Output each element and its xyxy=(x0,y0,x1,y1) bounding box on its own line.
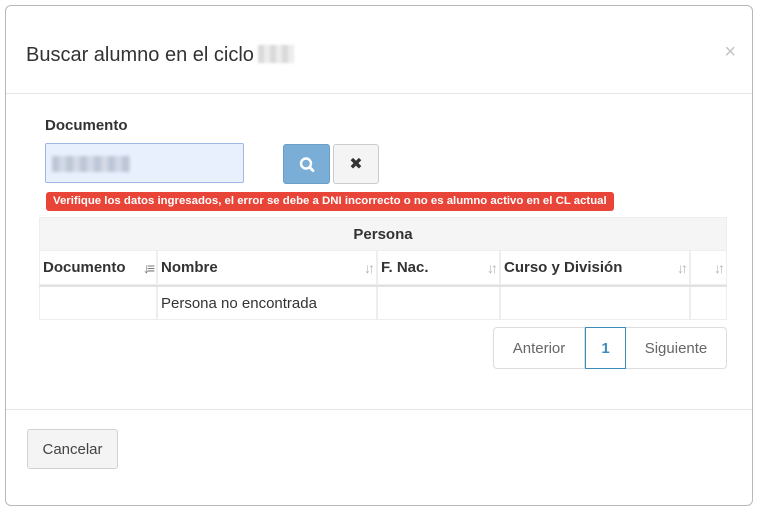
col-nombre-label: Nombre xyxy=(161,259,218,276)
cell-documento xyxy=(39,287,157,320)
col-documento-label: Documento xyxy=(43,259,126,276)
cell-curso xyxy=(500,287,690,320)
modal-title-text: Buscar alumno en el ciclo xyxy=(26,44,254,66)
redacted-cycle xyxy=(257,45,294,63)
sort-icon: ↓↑ xyxy=(677,259,688,276)
search-icon xyxy=(299,157,315,173)
page-prev-button[interactable]: Anterior xyxy=(493,327,585,369)
sort-asc-icon: ↓≡ xyxy=(142,259,155,276)
document-label: Documento xyxy=(45,117,128,134)
redacted-document-value xyxy=(52,156,130,172)
error-badge: Verifique los datos ingresados, el error… xyxy=(46,192,614,211)
col-curso[interactable]: Curso y División ↓↑ xyxy=(500,251,690,285)
modal-title: Buscar alumno en el ciclo xyxy=(26,44,294,67)
page-current-button[interactable]: 1 xyxy=(585,327,626,369)
times-icon: ✖ xyxy=(349,156,363,173)
col-curso-label: Curso y División xyxy=(504,259,623,276)
col-fnac[interactable]: F. Nac. ↓↑ xyxy=(377,251,500,285)
table-header-row: Documento ↓≡ Nombre ↓↑ F. Nac. ↓↑ Curso … xyxy=(39,251,727,287)
cell-actions xyxy=(690,287,727,320)
cell-nombre: Persona no encontrada xyxy=(157,287,377,320)
search-button[interactable] xyxy=(283,144,330,184)
results-table: Persona Documento ↓≡ Nombre ↓↑ F. Nac. ↓… xyxy=(39,217,727,320)
clear-button[interactable]: ✖ xyxy=(333,144,379,184)
sort-icon: ↓↑ xyxy=(487,259,498,276)
col-documento[interactable]: Documento ↓≡ xyxy=(39,251,157,285)
group-header: Persona xyxy=(39,217,727,251)
page-next-button[interactable]: Siguiente xyxy=(626,327,727,369)
sort-icon: ↓↑ xyxy=(364,259,375,276)
cancel-button[interactable]: Cancelar xyxy=(27,429,118,469)
document-input[interactable] xyxy=(45,143,244,183)
sort-icon: ↓↑ xyxy=(714,259,725,276)
col-fnac-label: F. Nac. xyxy=(381,259,429,276)
footer-divider xyxy=(6,409,752,410)
col-actions[interactable]: ↓↑ xyxy=(690,251,727,285)
search-student-modal: Buscar alumno en el ciclo × Documento ✖ … xyxy=(5,5,753,506)
table-row: Persona no encontrada xyxy=(39,287,727,320)
col-nombre[interactable]: Nombre ↓↑ xyxy=(157,251,377,285)
cell-fnac xyxy=(377,287,500,320)
close-icon[interactable]: × xyxy=(724,42,736,62)
modal-header: Buscar alumno en el ciclo × xyxy=(6,6,752,94)
pagination: Anterior 1 Siguiente xyxy=(493,327,727,369)
